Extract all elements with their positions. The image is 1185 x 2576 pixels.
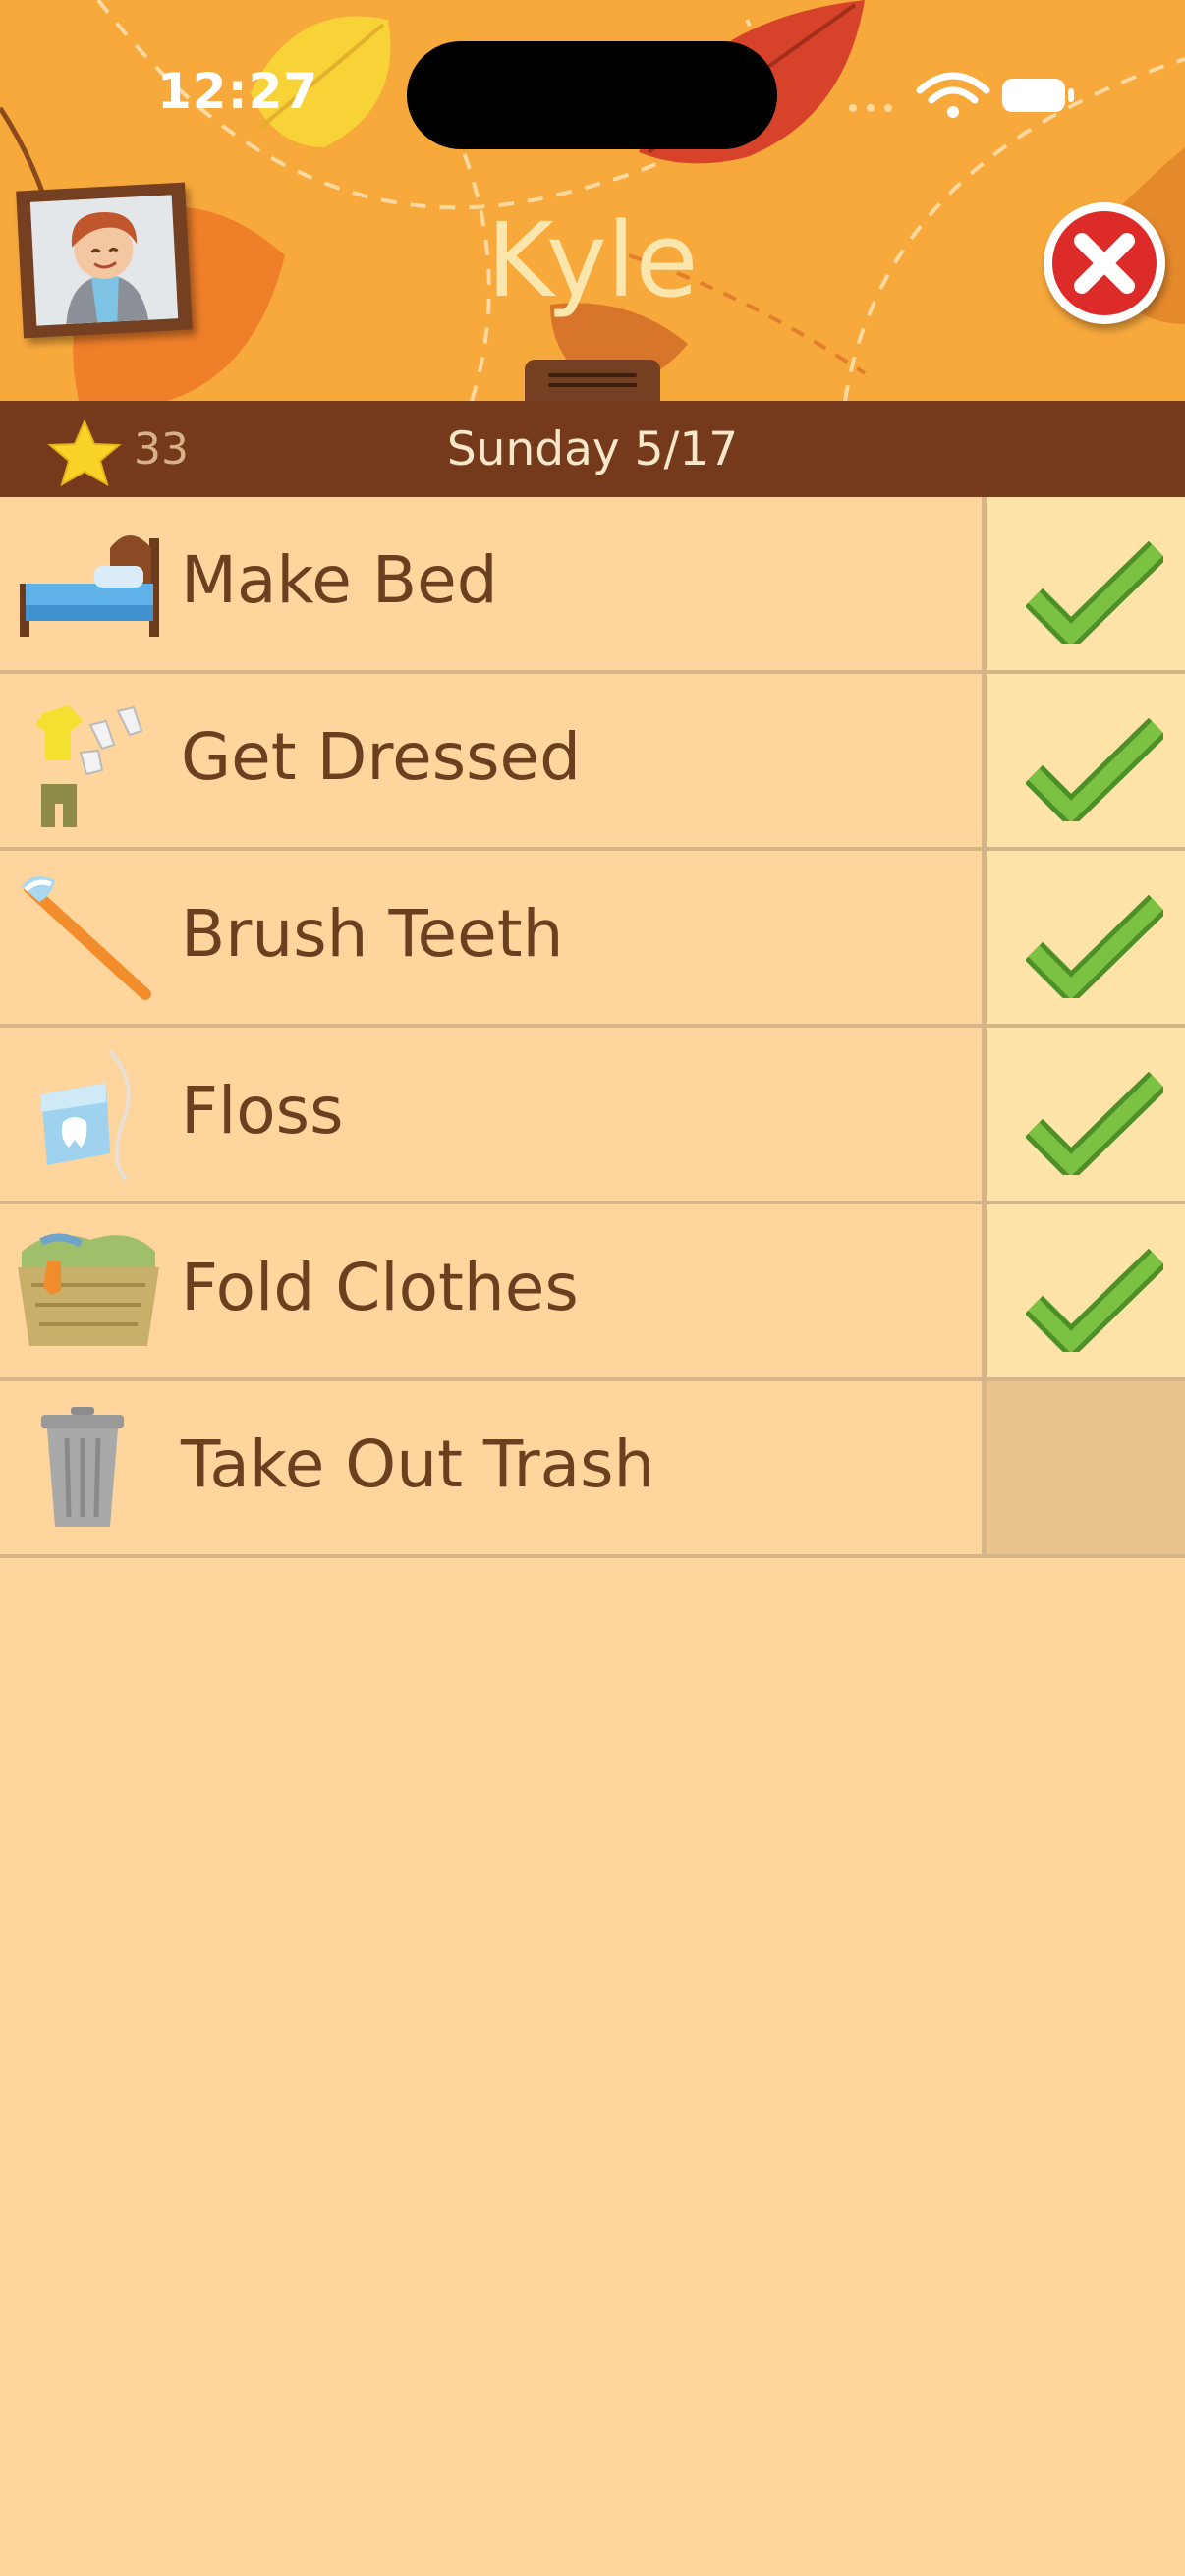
close-icon — [1074, 233, 1135, 294]
chore-label: Floss — [181, 1073, 344, 1148]
chore-label: Get Dressed — [181, 719, 581, 795]
chore-label: Fold Clothes — [181, 1250, 579, 1325]
laundry-basket-icon — [18, 1233, 159, 1346]
page-title: Kyle — [486, 200, 699, 320]
dynamic-island — [407, 41, 777, 149]
wifi-icon — [916, 72, 990, 118]
chore-row[interactable]: Take Out Trash — [0, 1381, 1185, 1558]
battery-icon — [1002, 79, 1074, 112]
chore-row[interactable]: Brush Teeth — [0, 851, 1185, 1028]
current-date[interactable]: Sunday 5/17 — [0, 422, 1185, 476]
chore-checkbox[interactable] — [982, 1028, 1185, 1201]
chore-checkbox[interactable] — [982, 1204, 1185, 1377]
chore-row[interactable]: Make Bed — [0, 497, 1185, 674]
status-time: 12:27 — [157, 63, 319, 120]
clothes-icon — [35, 705, 143, 827]
drawer-handle[interactable] — [525, 360, 660, 401]
bed-icon — [20, 535, 159, 637]
info-bar: 33 Sunday 5/17 — [0, 401, 1185, 497]
chore-label: Brush Teeth — [181, 896, 564, 972]
status-icons — [849, 72, 1074, 118]
checkmark-icon — [1026, 717, 1163, 821]
checkmark-icon — [1026, 894, 1163, 998]
chore-checkbox[interactable] — [982, 851, 1185, 1024]
chore-row[interactable]: Floss — [0, 1028, 1185, 1204]
floss-icon — [41, 1049, 131, 1181]
header: 12:27 Kyle — [0, 0, 1185, 401]
chore-row[interactable]: Fold Clothes — [0, 1204, 1185, 1381]
toothbrush-icon — [22, 876, 151, 1000]
trash-can-icon — [41, 1407, 124, 1527]
chore-label: Take Out Trash — [181, 1427, 655, 1502]
chore-list: Make Bed Get Dressed Brush Teeth Floss F… — [0, 497, 1185, 1558]
chore-checkbox[interactable] — [982, 497, 1185, 670]
checkmark-icon — [1026, 1248, 1163, 1352]
chore-row[interactable]: Get Dressed — [0, 674, 1185, 851]
checkmark-icon — [1026, 1071, 1163, 1175]
chore-checkbox[interactable] — [982, 1381, 1185, 1554]
chore-checkbox[interactable] — [982, 674, 1185, 847]
close-button[interactable] — [1044, 202, 1165, 324]
chore-label: Make Bed — [181, 542, 498, 618]
checkmark-icon — [1026, 540, 1163, 644]
